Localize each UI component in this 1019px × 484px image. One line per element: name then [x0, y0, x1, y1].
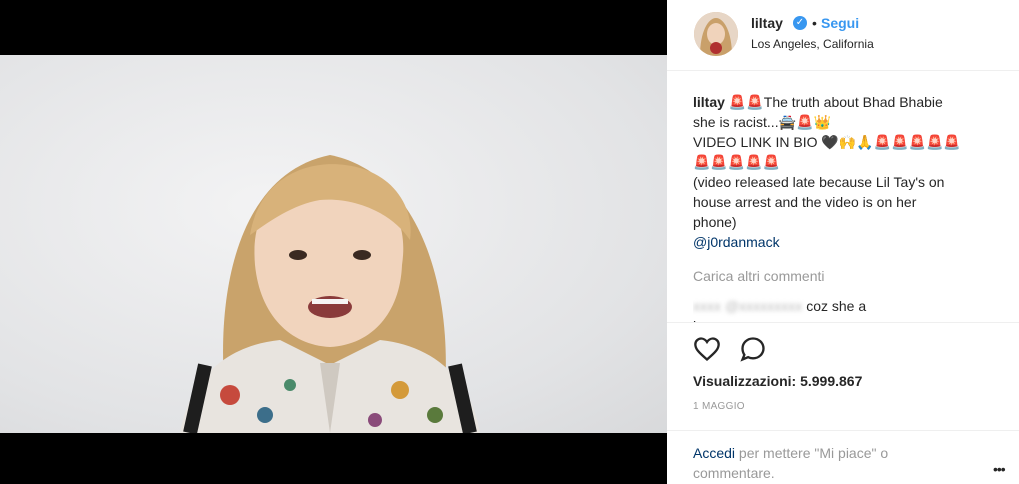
comment-icon[interactable] — [739, 335, 767, 363]
video-subject-image — [180, 155, 480, 433]
post-date[interactable]: 1 MAGGIO — [693, 401, 745, 412]
comment-mention[interactable]: @xxxxxxxxx — [725, 298, 802, 314]
caption-line: she is racist...🚔🚨👑 — [693, 114, 831, 130]
heart-icon[interactable] — [693, 335, 721, 363]
caption-line: (video released late because Lil Tay's o… — [693, 174, 945, 190]
separator-dot: • — [812, 15, 817, 31]
location-link[interactable]: Los Angeles, California — [751, 37, 874, 51]
username[interactable]: liltay — [751, 15, 783, 31]
caption: liltay 🚨🚨The truth about Bhad Bhabie she … — [693, 92, 993, 252]
caption-line: house arrest and the video is on her — [693, 194, 917, 210]
avatar-image — [694, 12, 738, 56]
caption-line: VIDEO LINK IN BIO 🖤🙌🙏🚨🚨🚨🚨🚨 — [693, 134, 961, 150]
mention-link[interactable]: @j0rdanmack — [693, 232, 993, 252]
login-link[interactable]: Accedi — [693, 445, 735, 461]
comment: xxxx@xxxxxxxxxcoz she a hoe — [693, 296, 993, 322]
comment-username[interactable]: xxxx — [693, 298, 721, 314]
caption-line: phone) — [693, 214, 737, 230]
caption-username[interactable]: liltay — [693, 94, 725, 110]
more-options-icon[interactable]: ••• — [993, 461, 1006, 477]
comments-list[interactable]: liltay 🚨🚨The truth about Bhad Bhabie she … — [693, 92, 993, 322]
follow-button[interactable]: Segui — [821, 15, 859, 31]
post-actions: Visualizzazioni: 5.999.867 1 MAGGIO — [667, 322, 1019, 412]
avatar[interactable] — [694, 12, 738, 56]
views-count: Visualizzazioni: 5.999.867 — [693, 373, 863, 389]
verified-badge-icon: ✓ — [793, 16, 807, 30]
post-header: liltay ✓ • Segui Los Angeles, California — [667, 0, 1019, 71]
load-more-comments-button[interactable]: Carica altri commenti — [693, 266, 993, 286]
caption-line: 🚨🚨The truth about Bhad Bhabie — [728, 94, 943, 110]
comment-text: coz she a — [806, 298, 867, 314]
login-text: Accedi per mettere "Mi piace" o commenta… — [693, 443, 953, 483]
video-player[interactable] — [0, 0, 667, 484]
post-sidebar: liltay ✓ • Segui Los Angeles, California… — [667, 0, 1019, 484]
caption-line: 🚨🚨🚨🚨🚨 — [693, 154, 781, 170]
video-frame[interactable] — [0, 55, 667, 433]
login-prompt: Accedi per mettere "Mi piace" o commenta… — [667, 430, 1019, 481]
